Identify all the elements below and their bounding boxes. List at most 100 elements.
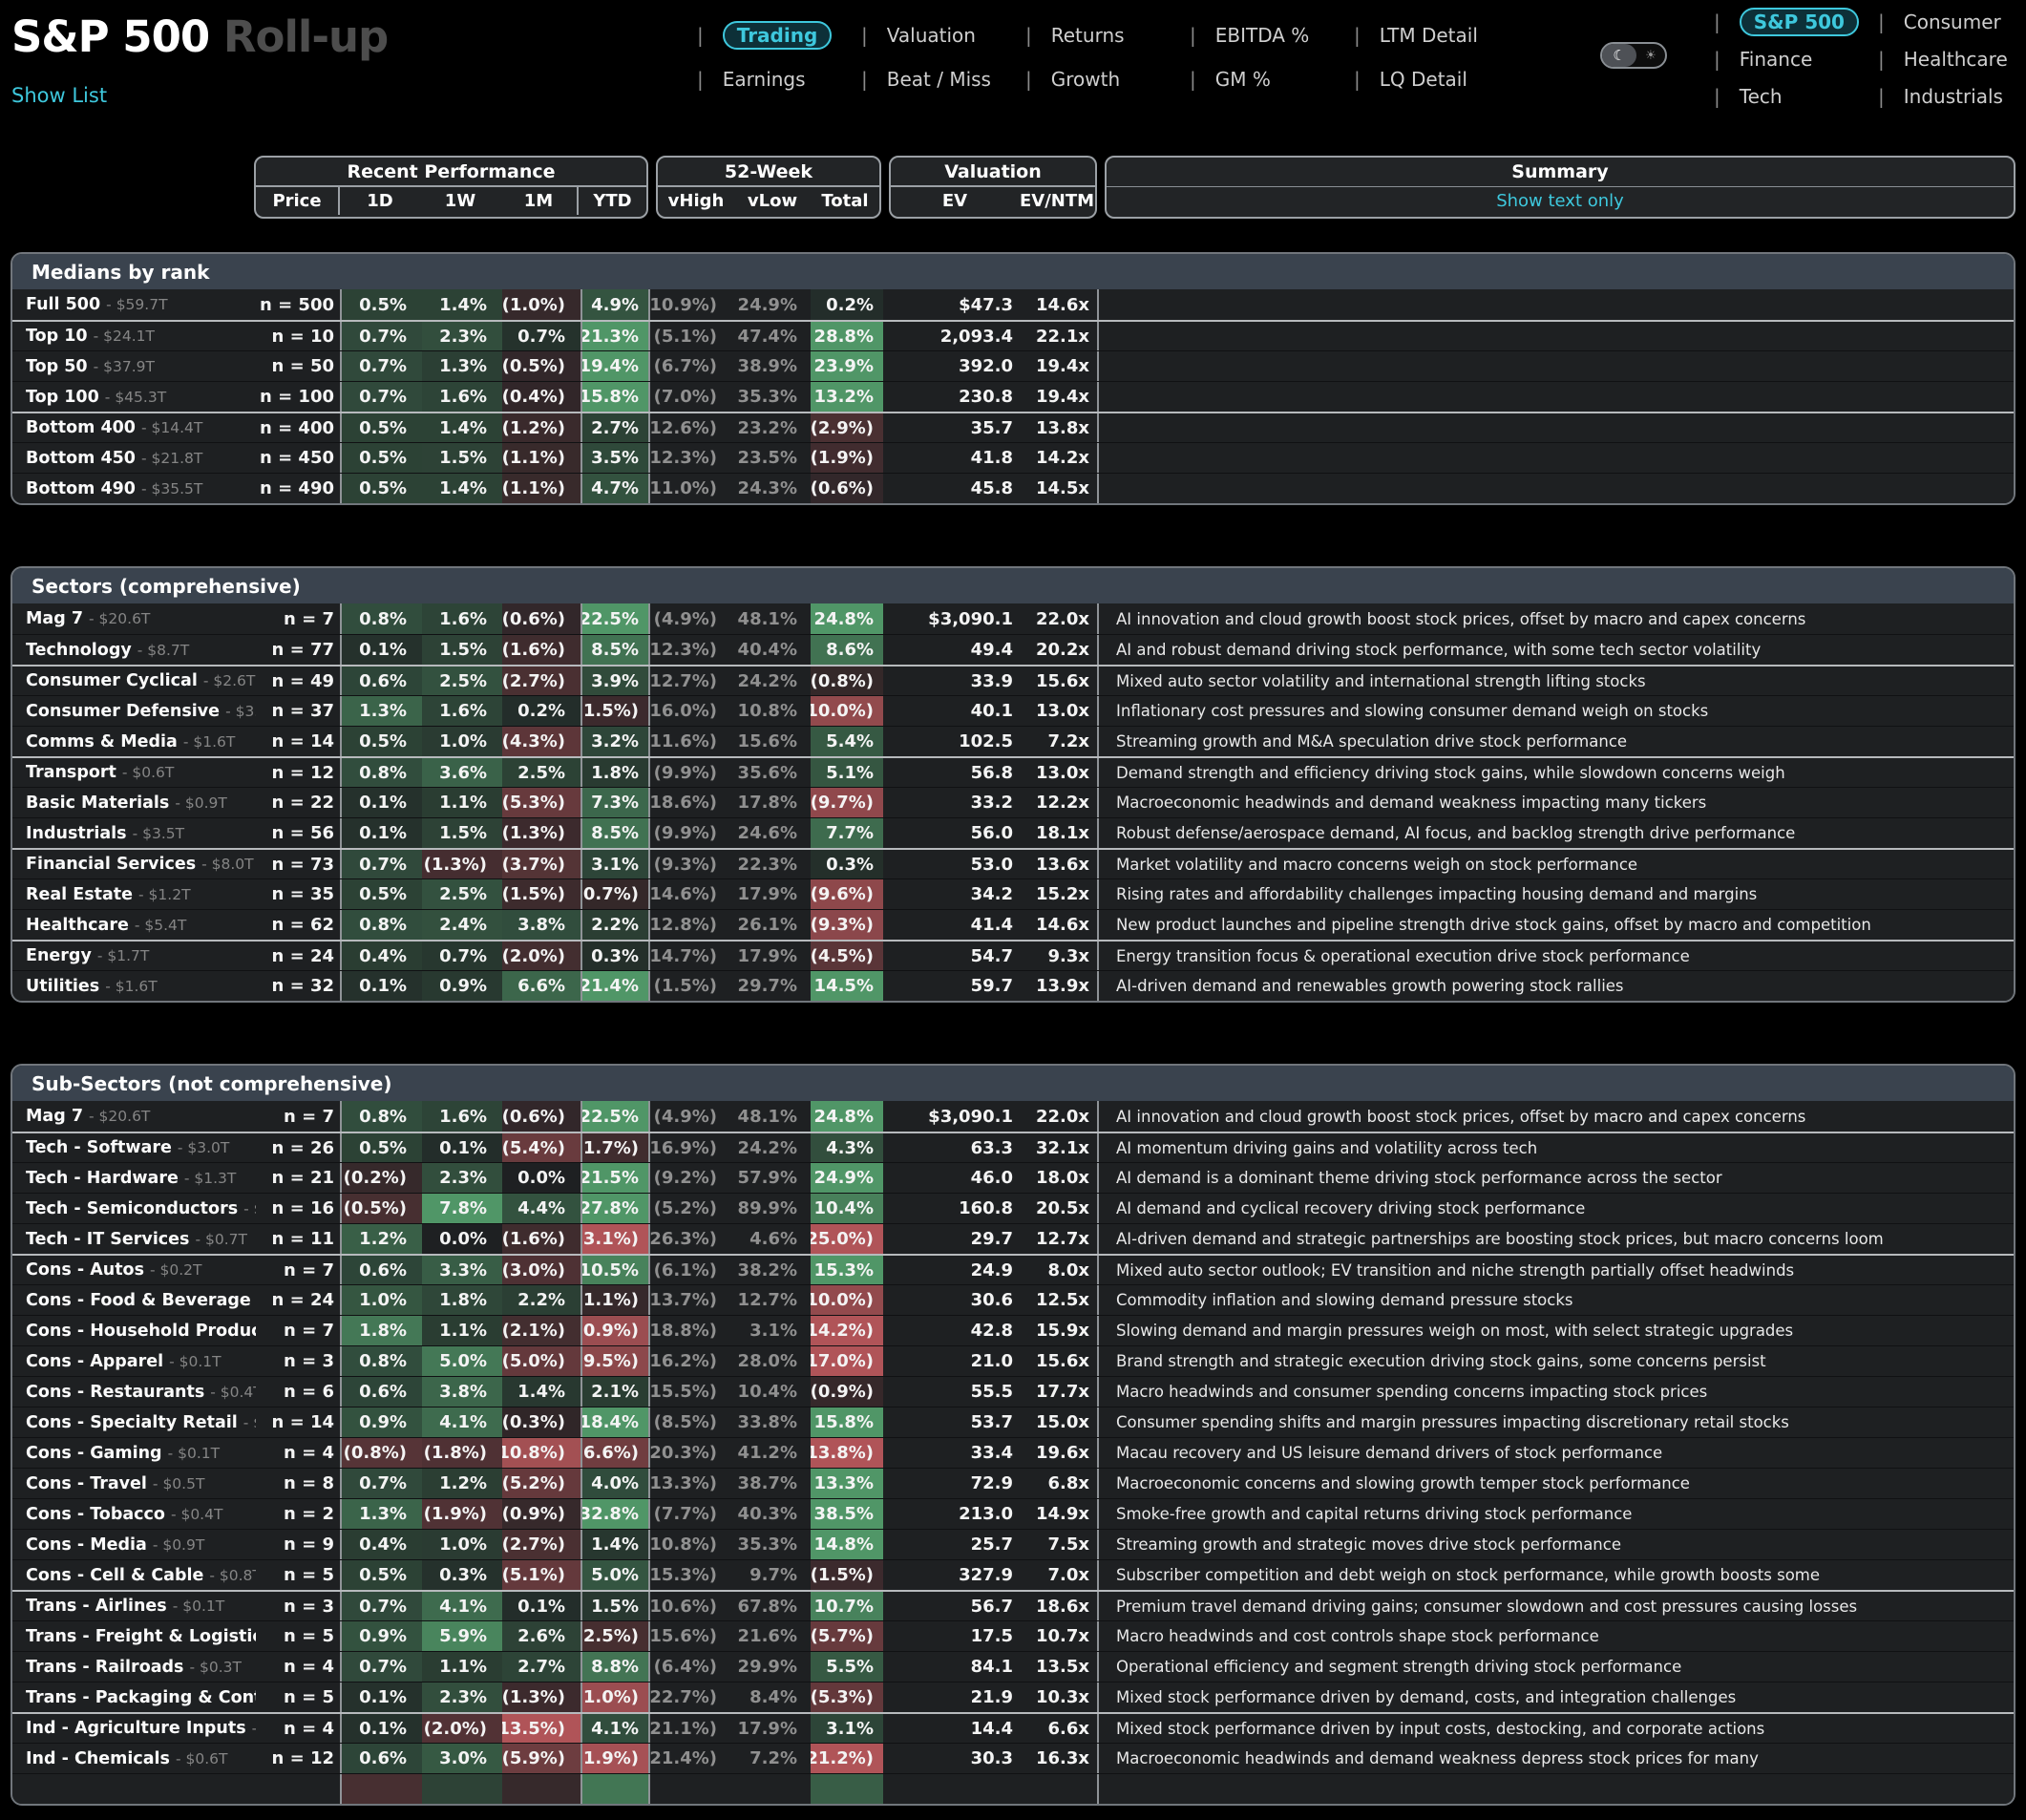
table-row[interactable]: Financial Services- $8.0Tn = 730.7%(1.3%… <box>12 848 2014 878</box>
index-nav-label[interactable]: Finance <box>1740 48 1813 71</box>
cell-w1: 1.4% <box>422 413 502 442</box>
tab-gm-[interactable]: |GM % <box>1190 65 1354 94</box>
table-row[interactable]: Consumer Cyclical- $2.6Tn = 490.6%2.5%(2… <box>12 665 2014 695</box>
table-row[interactable]: Trans - Freight & Logistics- $0.2Tn = 50… <box>12 1620 2014 1651</box>
table-row[interactable]: Cons - Household Products- $0.6Tn = 71.8… <box>12 1315 2014 1345</box>
table-row[interactable]: Full 500- $59.7Tn = 5000.5%1.4%(1.0%)4.9… <box>12 289 2014 320</box>
tab-returns[interactable]: |Returns <box>1025 21 1190 50</box>
cell-evntm: 15.9x <box>1026 1316 1099 1345</box>
table-row[interactable]: Cons - Restaurants- $0.4Tn = 60.6%3.8%1.… <box>12 1376 2014 1407</box>
table-row[interactable]: Top 50- $37.9Tn = 500.7%1.3%(0.5%)19.4%(… <box>12 350 2014 381</box>
table-row[interactable]: Tech - IT Services- $0.7Tn = 111.2%0.0%(… <box>12 1223 2014 1254</box>
index-nav-finance[interactable]: | Finance <box>1714 45 1878 74</box>
cell-w1: 1.5% <box>422 635 502 665</box>
row-marketcap: - $0.3T <box>189 1659 242 1676</box>
table-row[interactable]: Mag 7- $20.6Tn = 70.8%1.6%(0.6%)22.5%(4.… <box>12 603 2014 634</box>
index-nav-consumer[interactable]: |Consumer <box>1878 8 2026 36</box>
index-nav-label[interactable]: Industrials <box>1904 85 2003 108</box>
tab-label[interactable]: LQ Detail <box>1380 68 1467 91</box>
table-row[interactable]: Cons - Autos- $0.2Tn = 70.6%3.3%(3.0%)10… <box>12 1254 2014 1284</box>
table-row[interactable]: Comms & Media- $1.6Tn = 140.5%1.0%(4.3%)… <box>12 726 2014 756</box>
row-name-label: Cons - Cell & Cable <box>26 1566 203 1585</box>
tab-label[interactable]: Trading <box>723 21 833 50</box>
index-nav-label[interactable]: Consumer <box>1904 11 2001 33</box>
cell-vhigh: (11.6%) <box>650 727 730 756</box>
separator: | <box>1714 48 1720 71</box>
row-name-label: Cons - Autos <box>26 1260 144 1280</box>
tab-growth[interactable]: |Growth <box>1025 65 1190 94</box>
tab-trading[interactable]: |Trading <box>697 21 861 50</box>
table-row[interactable]: Cons - Gaming- $0.1Tn = 4(0.8%)(1.8%)(10… <box>12 1437 2014 1468</box>
index-nav-label[interactable]: Tech <box>1740 85 1783 108</box>
table-row[interactable]: Trans - Railroads- $0.3Tn = 40.7%1.1%2.7… <box>12 1651 2014 1682</box>
row-name-label: Bottom 400 <box>26 418 136 437</box>
cell-m1: 1.4% <box>502 1377 582 1407</box>
table-row[interactable]: Tech - Hardware- $1.3Tn = 21(0.2%)2.3%0.… <box>12 1162 2014 1193</box>
cell-ev: 35.7 <box>883 413 1026 442</box>
cell-vhigh: (6.7%) <box>650 351 730 381</box>
table-row[interactable]: Top 10- $24.1Tn = 100.7%2.3%0.7%21.3%(5.… <box>12 320 2014 350</box>
cell-d1: 0.4% <box>342 942 422 970</box>
table-row[interactable]: Transport- $0.6Tn = 120.8%3.6%2.5%1.8%(9… <box>12 756 2014 787</box>
tab-ebitda-[interactable]: |EBITDA % <box>1190 21 1354 50</box>
index-nav-tech[interactable]: |Tech <box>1714 82 1878 111</box>
table-row[interactable]: Cons - Tobacco- $0.4Tn = 21.3%(1.9%)(0.9… <box>12 1498 2014 1529</box>
table-row[interactable]: Cons - Cell & Cable- $0.8Tn = 50.5%0.3%(… <box>12 1559 2014 1590</box>
table-row[interactable]: Cons - Media- $0.9Tn = 90.4%1.0%(2.7%)1.… <box>12 1529 2014 1559</box>
table-row[interactable]: Cons - Apparel- $0.1Tn = 30.8%5.0%(5.0%)… <box>12 1345 2014 1376</box>
table-row[interactable]: Bottom 490- $35.5Tn = 4900.5%1.4%(1.1%)4… <box>12 473 2014 503</box>
tab-label[interactable]: Growth <box>1051 68 1120 91</box>
col-header-ytd: YTD <box>579 187 646 215</box>
row-marketcap: - $20.6T <box>89 1108 150 1125</box>
tab-lq-detail[interactable]: |LQ Detail <box>1354 65 1518 94</box>
index-nav-label[interactable]: S&P 500 <box>1740 8 1859 36</box>
tab-label[interactable]: Beat / Miss <box>887 68 991 91</box>
table-row[interactable]: Ind - Chemicals- $0.6Tn = 120.6%3.0%(5.9… <box>12 1743 2014 1773</box>
table-row[interactable]: Technology- $8.7Tn = 770.1%1.5%(1.6%)8.5… <box>12 634 2014 665</box>
table-row[interactable]: Industrials- $3.5Tn = 560.1%1.5%(1.3%)8.… <box>12 817 2014 848</box>
tab-label[interactable]: GM % <box>1215 68 1271 91</box>
table-row[interactable]: Mag 7- $20.6Tn = 70.8%1.6%(0.6%)22.5%(4.… <box>12 1101 2014 1132</box>
theme-toggle[interactable]: ☾ ☀ <box>1600 42 1667 69</box>
show-list-link[interactable]: Show List <box>11 84 107 107</box>
tab-label[interactable]: Earnings <box>723 68 806 91</box>
table-row[interactable]: Bottom 400- $14.4Tn = 4000.5%1.4%(1.2%)2… <box>12 412 2014 442</box>
index-nav-industrials[interactable]: |Industrials <box>1878 82 2026 111</box>
table-row[interactable]: Energy- $1.7Tn = 240.4%0.7%(2.0%)0.3%(14… <box>12 940 2014 970</box>
moon-icon[interactable]: ☾ <box>1602 44 1636 67</box>
table-row[interactable]: Trans - Packaging & Containers- $n = 50.… <box>12 1682 2014 1712</box>
table-row[interactable]: Bottom 450- $21.8Tn = 4500.5%1.5%(1.1%)3… <box>12 442 2014 473</box>
sun-icon[interactable]: ☀ <box>1636 49 1665 63</box>
table-row[interactable]: Consumer Defensive- $3.4Tn = 371.3%1.6%0… <box>12 695 2014 726</box>
show-text-only-link[interactable]: Show text only <box>1496 191 1624 211</box>
table-row[interactable]: Tech - Software- $3.0Tn = 260.5%0.1%(5.4… <box>12 1132 2014 1162</box>
row-name-label: Trans - Freight & Logistics <box>26 1627 256 1646</box>
cell-vhigh: (15.6%) <box>650 1621 730 1651</box>
table-row[interactable]: Tech - Semiconductors- $3.6Tn = 16(0.5%)… <box>12 1193 2014 1223</box>
cell-m1: 0.7% <box>502 322 582 350</box>
tab-valuation[interactable]: |Valuation <box>861 21 1025 50</box>
index-nav-s-p-500[interactable]: |S&P 500 <box>1714 8 1878 36</box>
tab-ltm-detail[interactable]: |LTM Detail <box>1354 21 1518 50</box>
tab-earnings[interactable]: |Earnings <box>697 65 861 94</box>
index-nav-healthcare[interactable]: |Healthcare <box>1878 45 2026 74</box>
table-row[interactable]: Cons - Travel- $0.5Tn = 80.7%1.2%(5.2%)4… <box>12 1468 2014 1498</box>
table-row[interactable]: Healthcare- $5.4Tn = 620.8%2.4%3.8%2.2%(… <box>12 909 2014 940</box>
row-name-label: Utilities <box>26 977 99 996</box>
summary-text: Macroeconomic headwinds and demand weakn… <box>1099 788 2014 817</box>
table-row[interactable]: Basic Materials- $0.9Tn = 220.1%1.1%(5.3… <box>12 787 2014 817</box>
tab-beat-miss[interactable]: |Beat / Miss <box>861 65 1025 94</box>
tab-label[interactable]: LTM Detail <box>1380 24 1478 47</box>
tab-label[interactable]: EBITDA % <box>1215 24 1310 47</box>
tab-label[interactable]: Valuation <box>887 24 976 47</box>
cell-m1: (1.0%) <box>502 289 582 320</box>
table-row[interactable]: Cons - Specialty Retail- $2.2Tn = 140.9%… <box>12 1407 2014 1437</box>
table-row[interactable]: Utilities- $1.6Tn = 320.1%0.9%6.6%21.4%(… <box>12 970 2014 1001</box>
table-row[interactable]: Trans - Airlines- $0.1Tn = 30.7%4.1%0.1%… <box>12 1590 2014 1620</box>
table-row[interactable]: Top 100- $45.3Tn = 1000.7%1.6%(0.4%)15.8… <box>12 381 2014 412</box>
table-row[interactable]: Real Estate- $1.2Tn = 350.5%2.5%(1.5%)(0… <box>12 878 2014 909</box>
table-row[interactable]: Cons - Food & Beverage- $1.1Tn = 241.0%1… <box>12 1284 2014 1315</box>
table-row[interactable]: Ind - Agriculture Inputs- $0.1Tn = 40.1%… <box>12 1712 2014 1743</box>
index-nav-label[interactable]: Healthcare <box>1904 48 2008 71</box>
tab-label[interactable]: Returns <box>1051 24 1125 47</box>
